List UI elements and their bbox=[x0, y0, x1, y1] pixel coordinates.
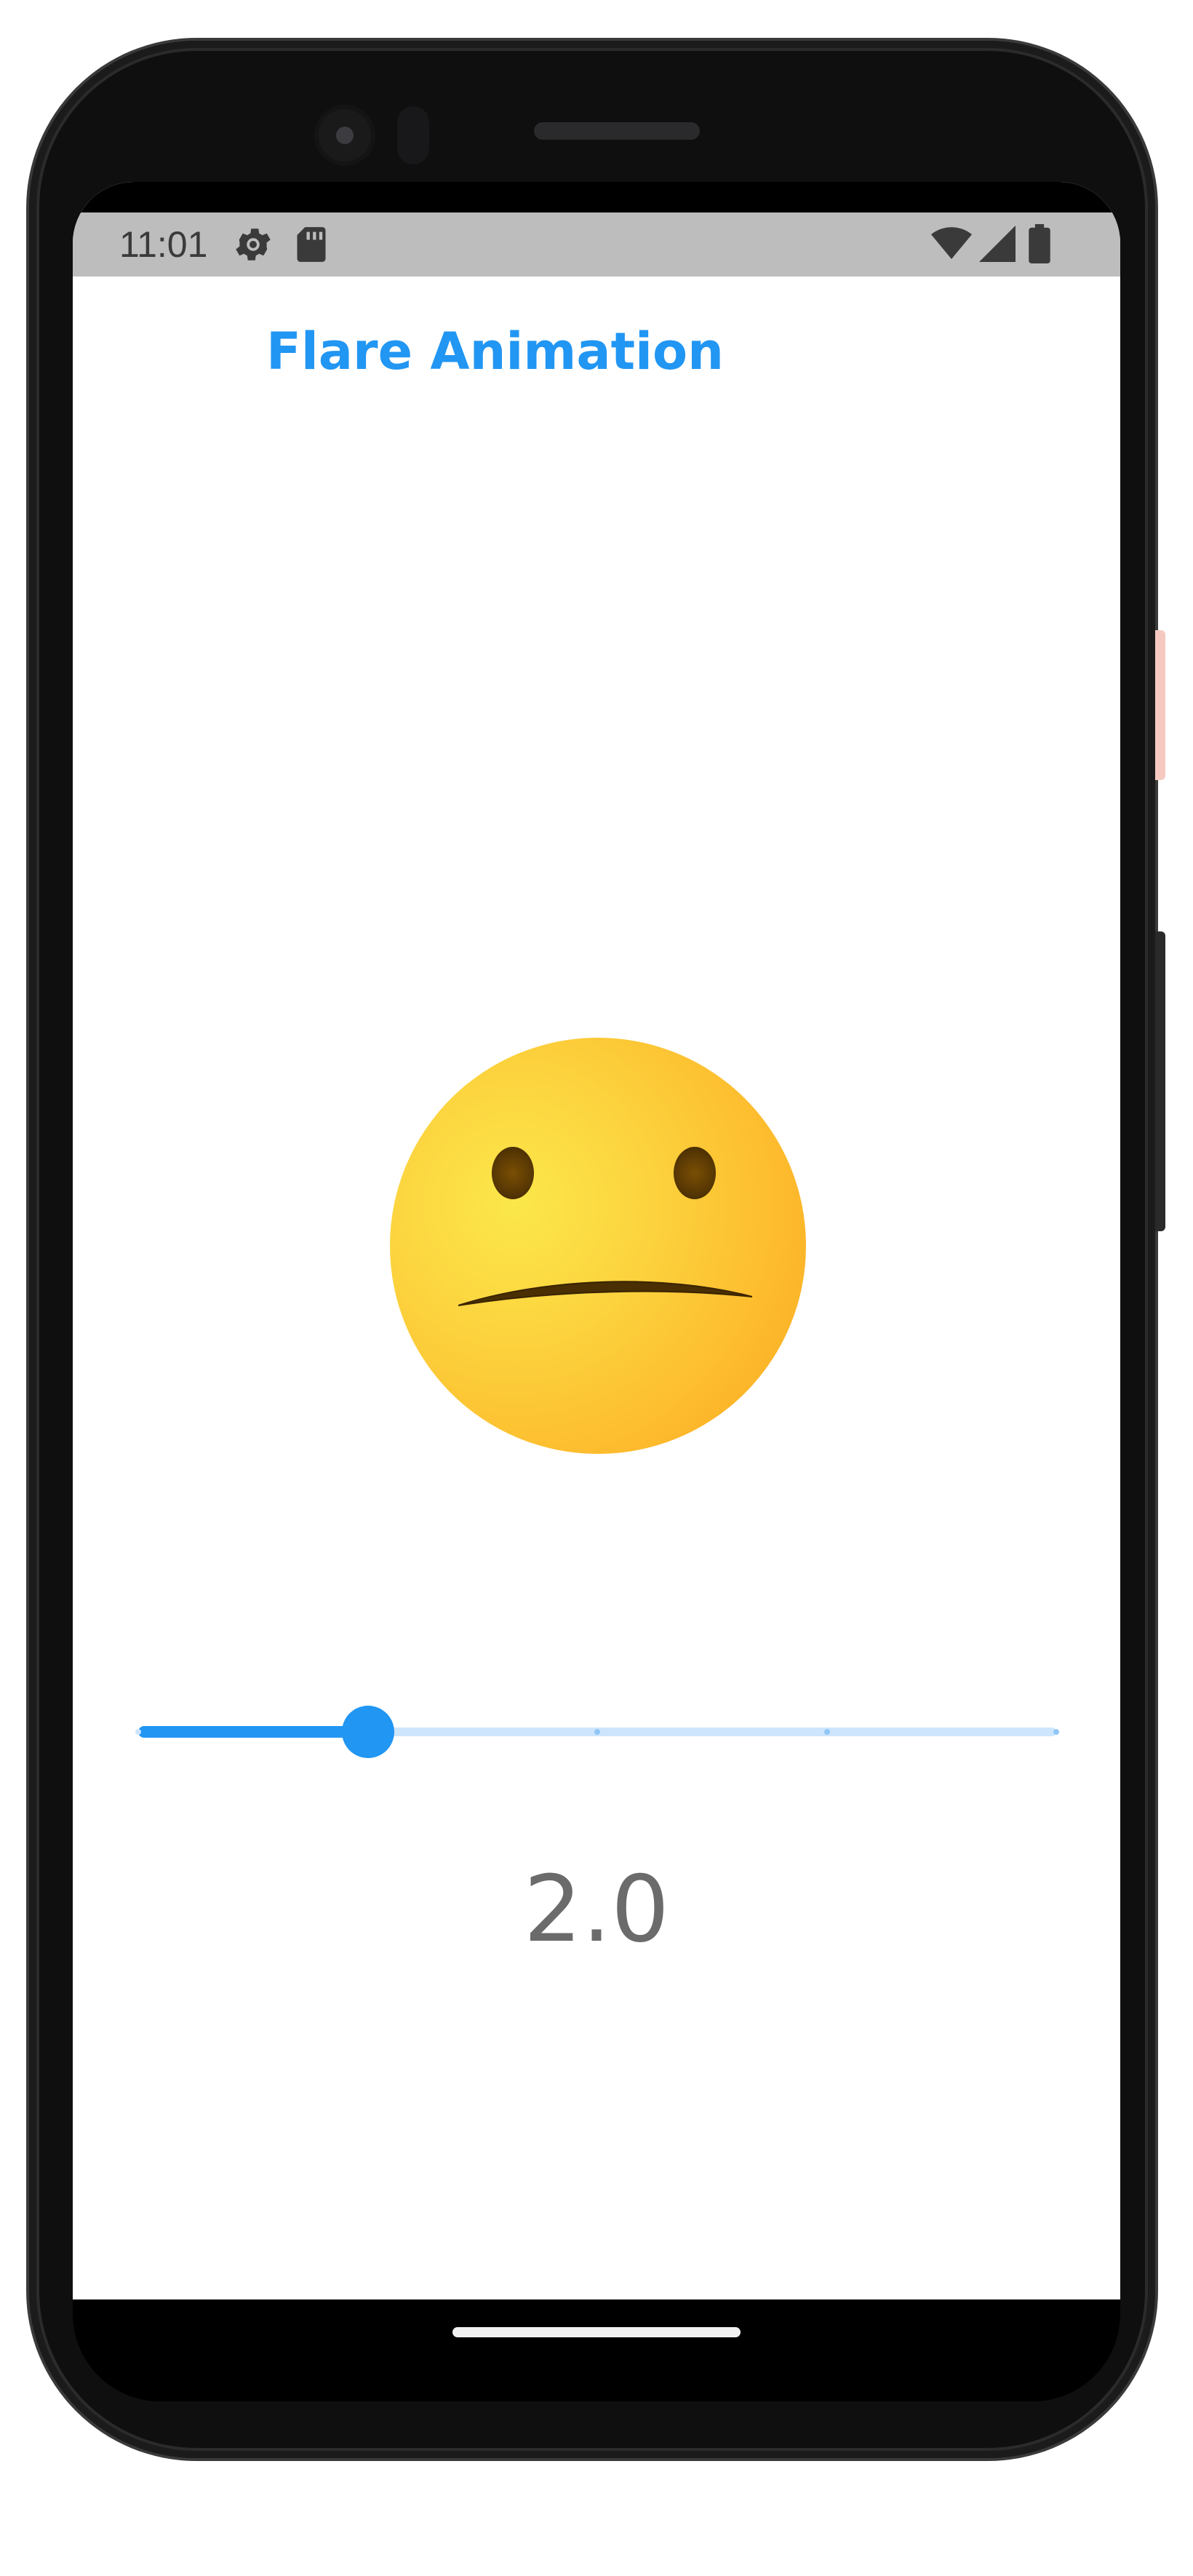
left-eye bbox=[492, 1147, 534, 1199]
volume-button bbox=[1155, 931, 1165, 1231]
slider-tick bbox=[594, 1729, 600, 1735]
slider-thumb[interactable] bbox=[341, 1706, 394, 1758]
slider-track-active bbox=[138, 1726, 368, 1738]
app-title: Flare Animation bbox=[266, 322, 724, 381]
home-indicator[interactable] bbox=[452, 2327, 741, 2337]
device-canvas: 11:01 Flare Animation 2.0 bbox=[0, 0, 1193, 2576]
right-eye bbox=[674, 1147, 716, 1199]
wifi-icon bbox=[931, 227, 972, 259]
sd-card-icon bbox=[297, 227, 326, 262]
status-bar: 11:01 bbox=[73, 182, 1120, 277]
slider-tick bbox=[823, 1729, 830, 1735]
value-slider[interactable] bbox=[135, 1688, 1059, 1776]
navigation-bar bbox=[73, 2299, 1120, 2401]
status-time: 11:01 bbox=[119, 224, 208, 265]
front-camera bbox=[314, 105, 375, 166]
slider-tick bbox=[135, 1729, 141, 1735]
battery-icon bbox=[1029, 224, 1050, 263]
slider-value-label: 2.0 bbox=[523, 1856, 670, 1963]
earpiece-speaker bbox=[534, 122, 700, 140]
power-button bbox=[1155, 630, 1165, 780]
slider-tick bbox=[1053, 1729, 1059, 1735]
app-screen: 11:01 Flare Animation 2.0 bbox=[73, 182, 1120, 2299]
cell-signal-icon bbox=[979, 226, 1016, 262]
proximity-sensor bbox=[397, 106, 429, 164]
gear-icon bbox=[236, 228, 271, 261]
neutral-face-icon bbox=[390, 1038, 806, 1454]
mouth bbox=[458, 1281, 752, 1306]
